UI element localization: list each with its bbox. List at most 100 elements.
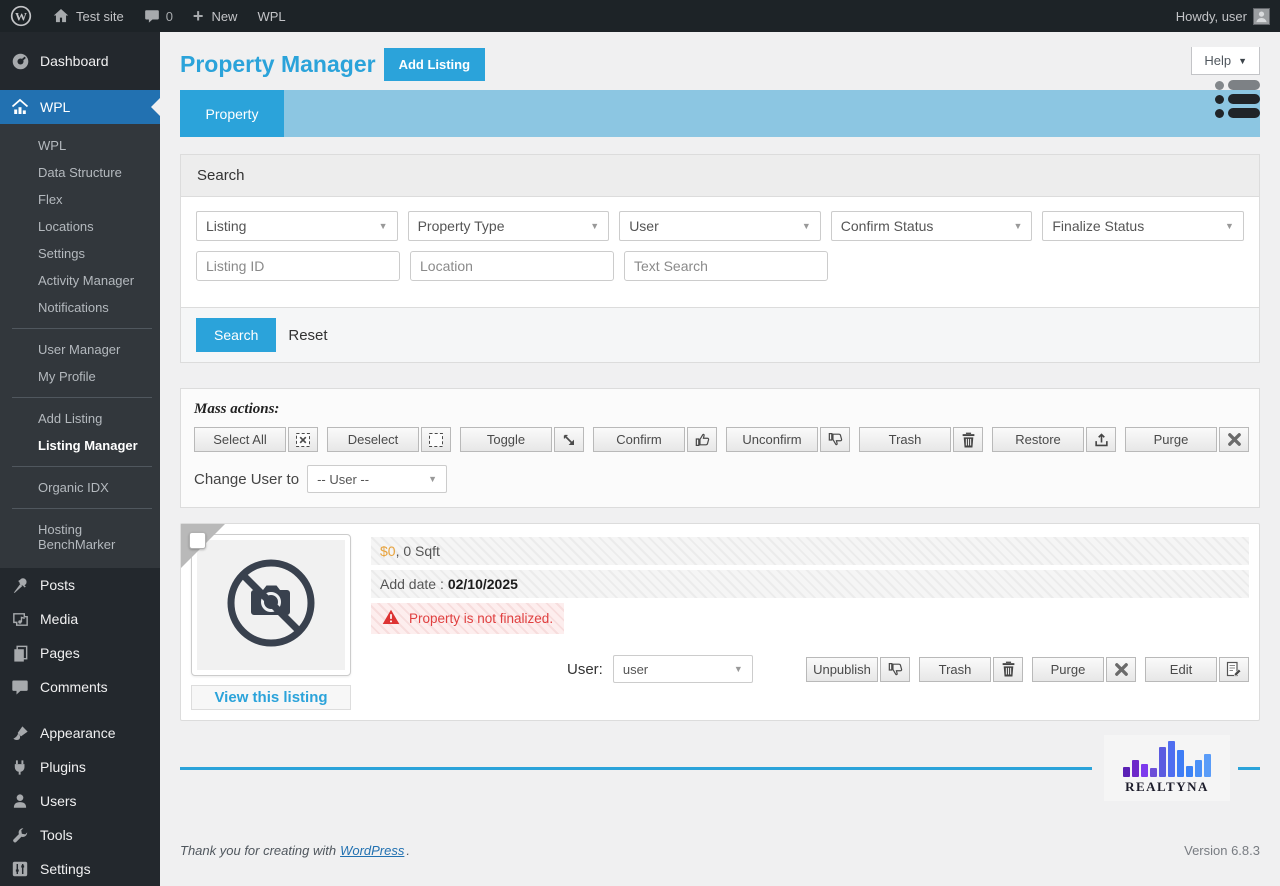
wordpress-link[interactable]: WordPress	[340, 843, 404, 858]
listing-user-select[interactable]: user ▼	[612, 655, 753, 683]
submenu-separator	[12, 466, 152, 467]
thumbs-down-icon[interactable]	[880, 656, 910, 682]
sidebar-item-pages[interactable]: Pages	[0, 636, 160, 670]
add-listing-button[interactable]: Add Listing	[383, 47, 486, 81]
finalize-status-select[interactable]: Finalize Status ▼	[1042, 211, 1244, 241]
confirm-group: Confirm	[593, 427, 717, 452]
property-type-select[interactable]: Property Type ▼	[407, 211, 610, 241]
sidebar-sub-my-profile[interactable]: My Profile	[0, 363, 160, 390]
confirm-status-select[interactable]: Confirm Status ▼	[830, 211, 1033, 241]
sidebar-item-settings[interactable]: Settings	[0, 852, 160, 886]
help-dropdown[interactable]: Help ▼	[1191, 47, 1260, 75]
sidebar-sub-hosting-benchmarker[interactable]: Hosting BenchMarker	[0, 516, 160, 558]
trash-icon[interactable]	[953, 427, 983, 452]
screen-options-icon[interactable]	[1215, 80, 1260, 118]
unconfirm-button[interactable]: Unconfirm	[726, 427, 818, 452]
list-row-icon	[1215, 94, 1260, 104]
x-cross-icon[interactable]	[1219, 427, 1249, 452]
mass-actions-panel: Mass actions: Select All Deselect Toggle	[180, 388, 1260, 508]
edit-button[interactable]: Edit	[1145, 656, 1217, 682]
purge-group: Purge	[1125, 427, 1249, 452]
plugins-label: Plugins	[40, 759, 86, 775]
trash-button[interactable]: Trash	[859, 427, 951, 452]
row-purge-button[interactable]: Purge	[1032, 656, 1104, 682]
select-all-icon[interactable]	[288, 427, 318, 452]
sidebar-sub-organic-idx[interactable]: Organic IDX	[0, 474, 160, 501]
appearance-brush-icon	[10, 723, 30, 743]
change-user-select[interactable]: -- User -- ▼	[307, 465, 448, 493]
sidebar-sub-notifications[interactable]: Notifications	[0, 294, 160, 321]
text-search-input[interactable]	[624, 251, 828, 281]
comment-bubble-icon	[144, 8, 160, 24]
sidebar-item-comments[interactable]: Comments	[0, 670, 160, 704]
restore-button[interactable]: Restore	[992, 427, 1084, 452]
wordpress-logo-icon: W	[10, 5, 32, 27]
thumbs-up-icon[interactable]	[687, 427, 717, 452]
sidebar-item-tools[interactable]: Tools	[0, 818, 160, 852]
new-label: New	[211, 8, 238, 24]
site-name-menu[interactable]: Test site	[42, 0, 134, 32]
listing-id-input[interactable]	[196, 251, 400, 281]
change-user-row: Change User to -- User -- ▼	[194, 465, 1246, 493]
sidebar-sub-listing-manager[interactable]: Listing Manager	[0, 432, 160, 459]
sidebar-sub-settings[interactable]: Settings	[0, 240, 160, 267]
sidebar-item-appearance[interactable]: Appearance	[0, 716, 160, 750]
media-icon	[10, 609, 30, 629]
listing-select[interactable]: Listing ▼	[196, 211, 398, 241]
listing-row: View this listing $0, 0 Sqft Add date :0…	[180, 523, 1260, 721]
sidebar-item-media[interactable]: Media	[0, 602, 160, 636]
sidebar-sub-wpl[interactable]: WPL	[0, 132, 160, 159]
comments-shortcut[interactable]: 0	[134, 0, 183, 32]
location-input[interactable]	[410, 251, 614, 281]
row-trash-group: Trash	[919, 656, 1023, 682]
sidebar-sub-add-listing[interactable]: Add Listing	[0, 405, 160, 432]
sidebar-sub-activity-manager[interactable]: Activity Manager	[0, 267, 160, 294]
edit-document-icon[interactable]	[1219, 656, 1249, 682]
version-text: Version 6.8.3	[1184, 843, 1260, 858]
unpublish-button[interactable]: Unpublish	[806, 656, 878, 682]
sidebar-sub-flex[interactable]: Flex	[0, 186, 160, 213]
view-this-listing-button[interactable]: View this listing	[191, 685, 351, 710]
toggle-group: Toggle	[460, 427, 584, 452]
tab-property[interactable]: Property	[180, 90, 284, 137]
purge-button[interactable]: Purge	[1125, 427, 1217, 452]
search-button[interactable]: Search	[196, 318, 277, 352]
wpl-bar-label: WPL	[257, 8, 286, 24]
sidebar-sub-data-structure[interactable]: Data Structure	[0, 159, 160, 186]
deselect-button[interactable]: Deselect	[327, 427, 419, 452]
confirm-button[interactable]: Confirm	[593, 427, 685, 452]
thumbs-down-icon[interactable]	[820, 427, 850, 452]
restore-upload-icon[interactable]	[1086, 427, 1116, 452]
user-select[interactable]: User ▼	[619, 211, 821, 241]
deselect-icon[interactable]	[421, 427, 451, 452]
page-header: Property Manager Add Listing	[180, 46, 1260, 82]
select-all-button[interactable]: Select All	[194, 427, 286, 452]
sidebar-sub-user-manager[interactable]: User Manager	[0, 336, 160, 363]
realtyna-logo: REALTYNA	[1104, 735, 1230, 801]
appearance-label: Appearance	[40, 725, 116, 741]
trash-icon[interactable]	[993, 656, 1023, 682]
list-row-icon	[1215, 108, 1260, 118]
wpl-shortcut[interactable]: WPL	[247, 0, 295, 32]
warning-triangle-icon	[382, 609, 400, 628]
toggle-button[interactable]: Toggle	[460, 427, 552, 452]
row-trash-button[interactable]: Trash	[919, 656, 991, 682]
reset-button[interactable]: Reset	[288, 327, 327, 344]
sidebar-sub-locations[interactable]: Locations	[0, 213, 160, 240]
sidebar-item-plugins[interactable]: Plugins	[0, 750, 160, 784]
x-cross-icon[interactable]	[1106, 656, 1136, 682]
new-menu[interactable]: + New	[183, 0, 248, 32]
sidebar-item-posts[interactable]: Posts	[0, 568, 160, 602]
search-panel-title: Search	[181, 155, 1259, 197]
listing-select-value: Listing	[206, 218, 247, 234]
sidebar-item-wpl[interactable]: WPL	[0, 90, 160, 124]
toggle-arrow-icon[interactable]	[554, 427, 584, 452]
not-finalized-warning: Property is not finalized.	[371, 603, 565, 634]
property-type-select-value: Property Type	[417, 218, 505, 234]
sidebar-item-dashboard[interactable]: Dashboard	[0, 44, 160, 78]
sidebar-item-users[interactable]: Users	[0, 784, 160, 818]
tools-label: Tools	[40, 827, 73, 843]
listing-checkbox[interactable]	[189, 532, 206, 549]
howdy-menu[interactable]: Howdy, user	[1166, 0, 1280, 32]
wp-logo-menu[interactable]: W	[0, 0, 42, 32]
